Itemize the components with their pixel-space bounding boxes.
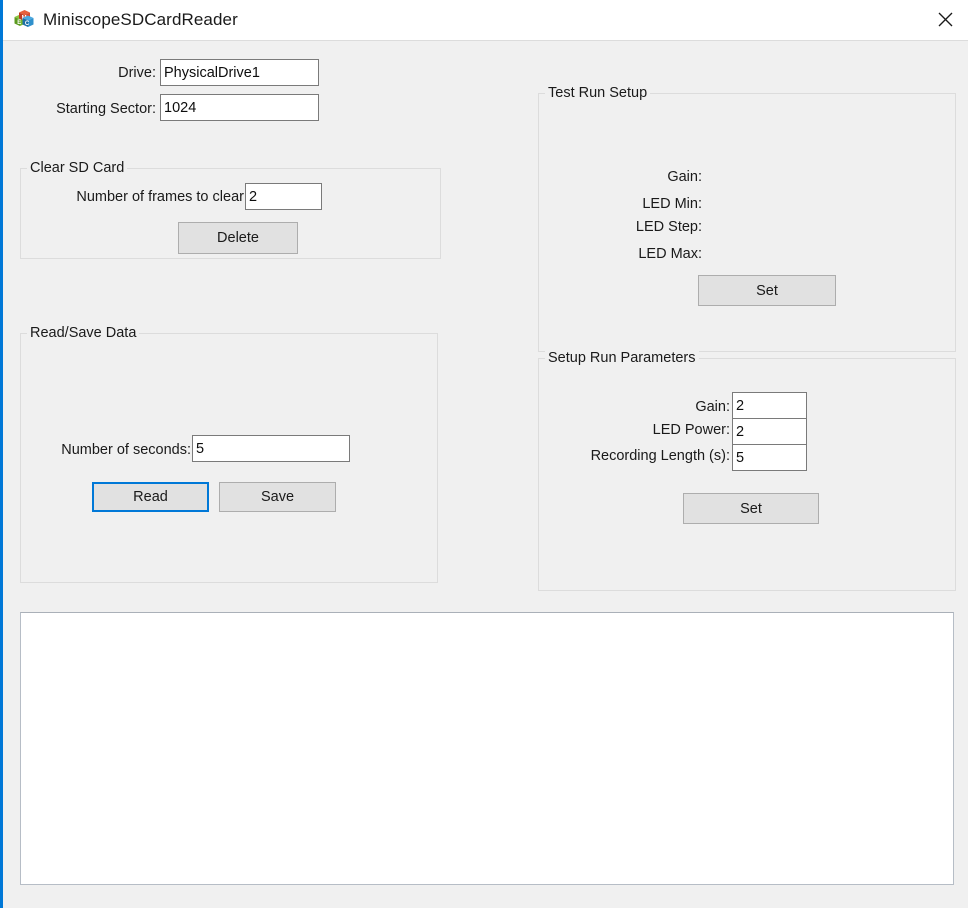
test-led-max-label: LED Max:: [638, 246, 702, 262]
window-title: MiniscopeSDCardReader: [43, 10, 238, 29]
title-bar: E M C MiniscopeSDCardReader: [3, 0, 968, 41]
test-led-min-label: LED Min:: [642, 196, 702, 212]
clear-sd-card-group: Clear SD Card Number of frames to clear:…: [20, 160, 441, 259]
frames-to-clear-label: Number of frames to clear:: [76, 189, 248, 205]
run-recording-length-input[interactable]: [732, 444, 807, 471]
number-of-seconds-input[interactable]: [192, 435, 350, 462]
run-gain-label: Gain:: [695, 399, 730, 415]
starting-sector-label: Starting Sector:: [56, 101, 156, 117]
close-icon: [938, 12, 953, 27]
svg-text:C: C: [25, 21, 30, 27]
drive-label: Drive:: [118, 65, 156, 81]
frames-to-clear-input[interactable]: [245, 183, 322, 210]
save-button[interactable]: Save: [219, 482, 336, 512]
close-button[interactable]: [922, 0, 968, 39]
run-gain-input[interactable]: [732, 392, 807, 419]
run-led-power-label: LED Power:: [652, 422, 730, 438]
setup-run-parameters-group: Setup Run Parameters Gain: LED Power: Re…: [538, 350, 956, 591]
run-led-power-input[interactable]: [732, 418, 807, 445]
output-log-textbox[interactable]: [20, 612, 954, 885]
delete-button[interactable]: Delete: [178, 222, 298, 254]
read-button[interactable]: Read: [92, 482, 209, 512]
test-run-setup-set-button[interactable]: Set: [698, 275, 836, 306]
number-of-seconds-label: Number of seconds:: [61, 442, 191, 458]
setup-run-parameters-set-button[interactable]: Set: [683, 493, 819, 524]
app-cubes-icon: E M C: [13, 9, 35, 31]
setup-run-parameters-group-title: Setup Run Parameters: [545, 350, 699, 366]
test-run-setup-group-title: Test Run Setup: [545, 85, 651, 101]
test-run-setup-group: Test Run Setup Gain: LED Min: LED Step: …: [538, 85, 956, 352]
drive-input[interactable]: [160, 59, 319, 86]
read-save-data-group: Read/Save Data Number of seconds: Read S…: [20, 325, 438, 583]
starting-sector-input[interactable]: [160, 94, 319, 121]
clear-sd-card-group-title: Clear SD Card: [27, 160, 128, 176]
read-save-data-group-title: Read/Save Data: [27, 325, 140, 341]
test-led-step-label: LED Step:: [635, 219, 702, 235]
run-recording-length-label: Recording Length (s):: [590, 448, 730, 464]
test-gain-label: Gain:: [667, 169, 702, 185]
application-window: E M C MiniscopeSDCardReader: [0, 0, 968, 908]
